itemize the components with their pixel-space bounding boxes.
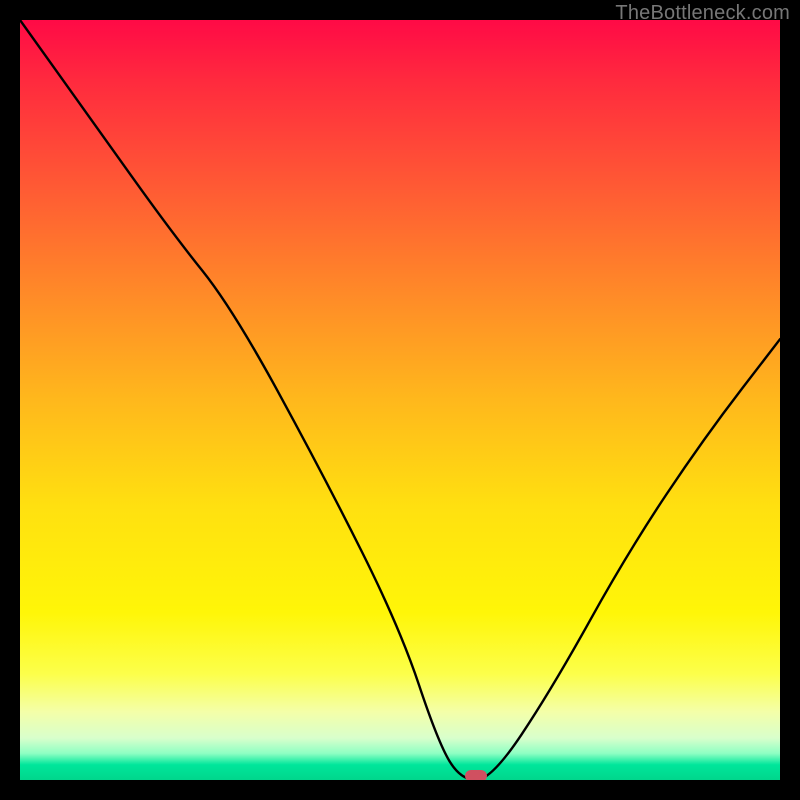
watermark-text: TheBottleneck.com [615, 2, 790, 25]
plot-area [20, 20, 780, 780]
optimal-point-marker [465, 770, 487, 780]
bottleneck-curve [20, 20, 780, 780]
chart-frame: TheBottleneck.com [0, 0, 800, 800]
